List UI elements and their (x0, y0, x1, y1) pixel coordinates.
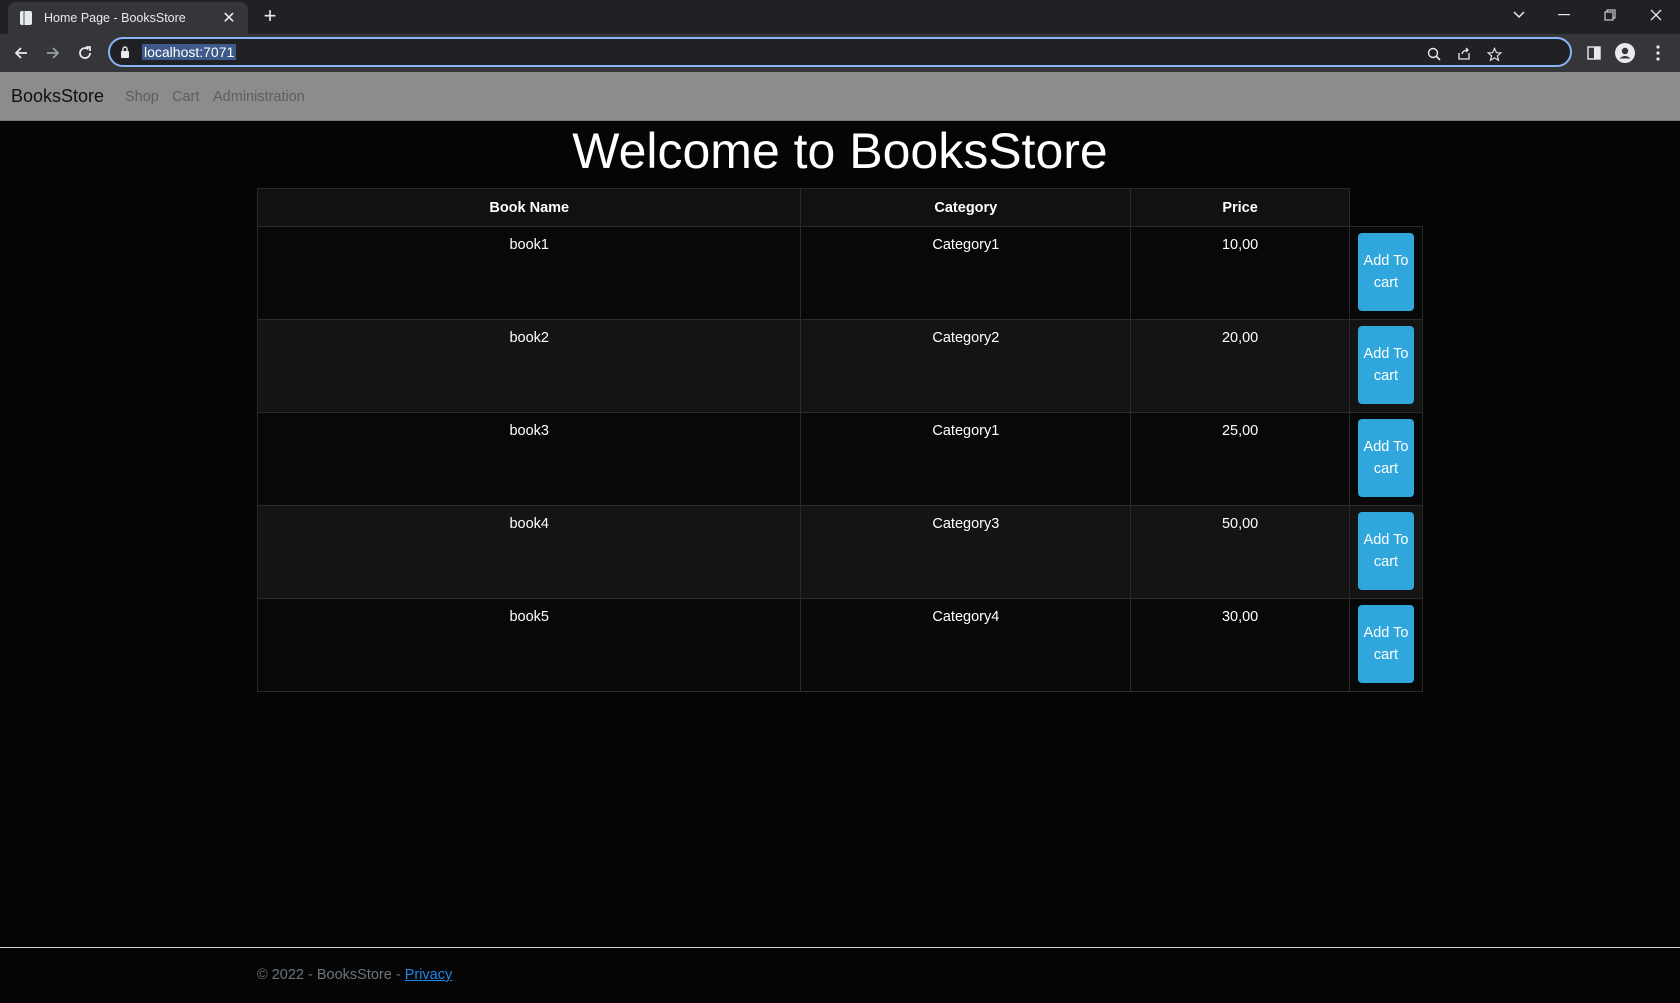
nav-cart[interactable]: Cart (172, 89, 199, 105)
site-navbar: BooksStore Shop Cart Administration (0, 72, 1680, 121)
table-row: book3 Category1 25,00 Add To cart (256, 412, 1424, 506)
address-bar[interactable]: localhost:7071 (108, 37, 1572, 67)
cell-action: Add To cart (1348, 226, 1424, 320)
cell-book-name: book1 (256, 226, 802, 320)
zoom-icon[interactable] (1424, 44, 1444, 64)
table-row: book2 Category2 20,00 Add To cart (256, 319, 1424, 413)
cell-price: 25,00 (1130, 412, 1350, 506)
new-tab-button[interactable]: + (258, 4, 282, 28)
cell-action: Add To cart (1348, 412, 1424, 506)
cell-book-name: book3 (256, 412, 802, 506)
page-icon (18, 10, 34, 26)
column-header-category: Category (800, 188, 1132, 227)
nav-administration[interactable]: Administration (213, 89, 305, 105)
table-row: book1 Category1 10,00 Add To cart (256, 226, 1424, 320)
reload-icon[interactable] (71, 39, 99, 67)
books-table: Book Name Category Price book1 Category1… (256, 188, 1424, 692)
cell-price: 30,00 (1130, 598, 1350, 692)
table-row: book4 Category3 50,00 Add To cart (256, 505, 1424, 599)
close-icon[interactable]: ✕ (220, 8, 238, 28)
column-header-price: Price (1130, 188, 1350, 227)
browser-tabstrip: Home Page - BooksStore ✕ + (0, 0, 1680, 34)
footer: © 2022 - BooksStore - Privacy (0, 947, 1680, 1003)
forward-icon[interactable] (39, 39, 67, 67)
tab-title: Home Page - BooksStore (44, 11, 186, 25)
brand-link[interactable]: BooksStore (11, 86, 104, 107)
cell-price: 10,00 (1130, 226, 1350, 320)
cell-category: Category2 (800, 319, 1132, 413)
nav-shop[interactable]: Shop (125, 89, 159, 105)
close-window-icon[interactable] (1633, 0, 1679, 30)
lock-icon[interactable] (120, 45, 130, 64)
cell-price: 50,00 (1130, 505, 1350, 599)
add-to-cart-button[interactable]: Add To cart (1357, 326, 1414, 404)
footer-text: © 2022 - BooksStore - Privacy (257, 967, 452, 983)
star-icon[interactable] (1484, 44, 1504, 64)
cell-category: Category1 (800, 412, 1132, 506)
add-to-cart-button[interactable]: Add To cart (1357, 419, 1414, 497)
tab-search-icon[interactable] (1496, 0, 1542, 30)
side-panel-icon[interactable] (1580, 39, 1608, 67)
restore-icon[interactable] (1587, 0, 1633, 30)
browser-tab[interactable]: Home Page - BooksStore ✕ (8, 2, 248, 34)
menu-icon[interactable] (1644, 39, 1672, 67)
url-text[interactable]: localhost:7071 (142, 44, 237, 60)
page-title: Welcome to BooksStore (572, 123, 1108, 179)
minimize-icon[interactable] (1541, 0, 1587, 30)
copyright-text: © 2022 - BooksStore - (257, 967, 405, 983)
add-to-cart-button[interactable]: Add To cart (1357, 512, 1414, 590)
back-icon[interactable] (7, 39, 35, 67)
profile-icon[interactable] (1611, 39, 1639, 67)
privacy-link[interactable]: Privacy (405, 967, 453, 983)
column-header-book-name: Book Name (256, 188, 802, 227)
cell-book-name: book4 (256, 505, 802, 599)
cell-price: 20,00 (1130, 319, 1350, 413)
browser-toolbar: localhost:7071 (0, 34, 1680, 72)
add-to-cart-button[interactable]: Add To cart (1357, 233, 1414, 311)
cell-action: Add To cart (1348, 598, 1424, 692)
add-to-cart-button[interactable]: Add To cart (1357, 605, 1414, 683)
cell-action: Add To cart (1348, 319, 1424, 413)
share-icon[interactable] (1454, 44, 1474, 64)
cell-category: Category4 (800, 598, 1132, 692)
cell-category: Category3 (800, 505, 1132, 599)
cell-category: Category1 (800, 226, 1132, 320)
table-row: book5 Category4 30,00 Add To cart (256, 598, 1424, 692)
cell-book-name: book5 (256, 598, 802, 692)
table-header-row: Book Name Category Price (256, 188, 1424, 227)
cell-action: Add To cart (1348, 505, 1424, 599)
column-header-actions (1348, 188, 1424, 227)
cell-book-name: book2 (256, 319, 802, 413)
